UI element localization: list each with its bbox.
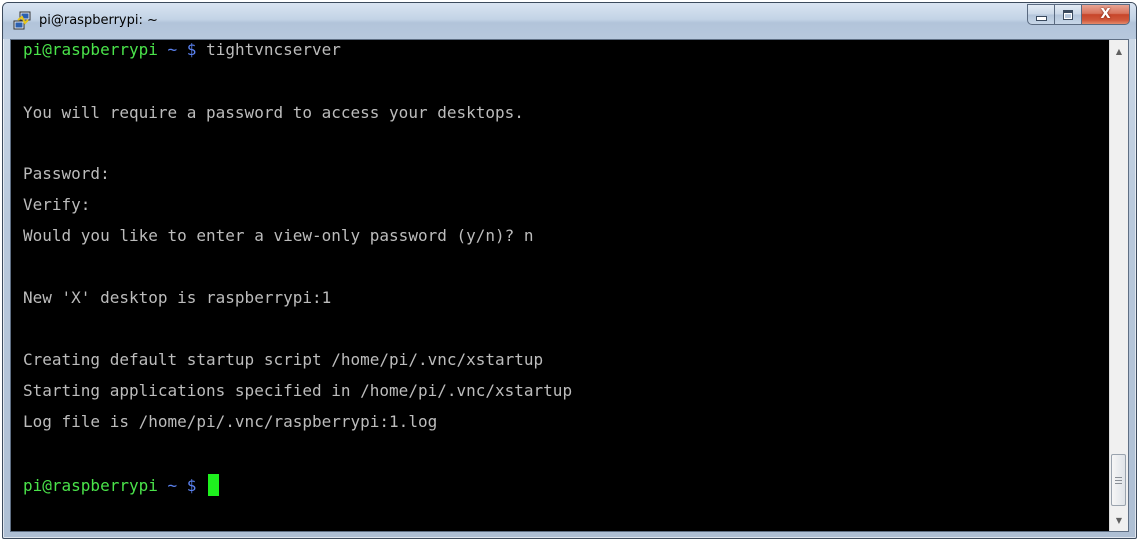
output-line: Starting applications specified in /home… [23, 381, 573, 400]
maximize-button[interactable] [1055, 4, 1082, 25]
putty-icon[interactable] [12, 11, 32, 31]
prompt-symbol: $ [186, 476, 197, 495]
close-icon: X [1100, 7, 1111, 22]
output-line: Log file is /home/pi/.vnc/raspberrypi:1.… [23, 412, 438, 431]
maximize-icon [1063, 9, 1073, 20]
minimize-icon [1035, 16, 1047, 21]
grip-icon [1115, 476, 1122, 484]
scroll-down-arrow-icon[interactable]: ▼ [1110, 511, 1128, 529]
window-title: pi@raspberrypi: ~ [39, 13, 158, 28]
output-line: Verify: [23, 195, 91, 214]
output-line: New 'X' desktop is raspberrypi:1 [23, 288, 332, 307]
terminal-output[interactable]: pi@raspberrypi ~ $ tightvncserver You wi… [11, 40, 1111, 531]
title-bar[interactable]: pi@raspberrypi: ~ X [3, 3, 1136, 39]
prompt-path: ~ [167, 40, 178, 59]
active-prompt-line: pi@raspberrypi ~ $ [23, 474, 220, 496]
terminal-window: pi@raspberrypi: ~ X pi@raspberrypi ~ $ t… [2, 2, 1137, 539]
prompt-path: ~ [167, 476, 178, 495]
vertical-scrollbar[interactable]: ▲ ▼ [1109, 40, 1128, 531]
text-cursor [208, 474, 220, 496]
scroll-up-arrow-icon[interactable]: ▲ [1110, 42, 1128, 60]
command-text: tightvncserver [206, 40, 341, 59]
output-line: Creating default startup script /home/pi… [23, 350, 544, 369]
close-button[interactable]: X [1082, 4, 1130, 25]
output-line: Password: [23, 164, 110, 183]
window-controls: X [1027, 4, 1130, 26]
terminal-area[interactable]: pi@raspberrypi ~ $ tightvncserver You wi… [10, 39, 1129, 532]
prompt-symbol: $ [186, 40, 197, 59]
scrollbar-thumb[interactable] [1111, 454, 1126, 506]
minimize-button[interactable] [1027, 4, 1055, 25]
prompt-line: pi@raspberrypi ~ $ tightvncserver [23, 40, 341, 60]
prompt-user: pi@raspberrypi [23, 476, 158, 495]
output-line: Would you like to enter a view-only pass… [23, 226, 534, 245]
prompt-user: pi@raspberrypi [23, 40, 158, 59]
output-line: You will require a password to access yo… [23, 103, 524, 122]
